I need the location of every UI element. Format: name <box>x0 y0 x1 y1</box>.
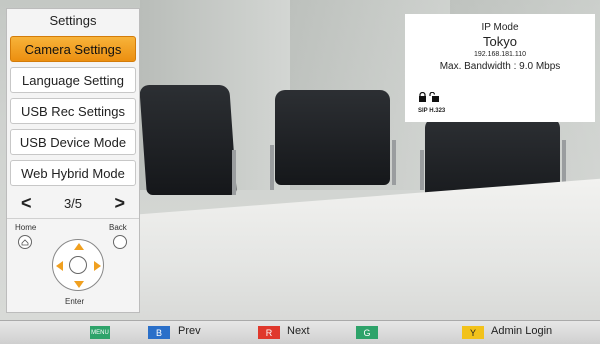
chair-leg <box>232 150 236 195</box>
y-key-label: Y <box>469 327 476 338</box>
chair <box>139 85 237 195</box>
b-key-label: B <box>155 327 162 338</box>
arrow-up-icon[interactable] <box>74 243 84 250</box>
site-name: Tokyo <box>483 34 517 49</box>
bottom-key-bar: MENU B Prev R Next G Y Admin Login <box>0 320 600 344</box>
menu-item-usb-device-mode[interactable]: USB Device Mode <box>10 129 136 155</box>
home-label: Home <box>15 223 37 232</box>
next-label: Next <box>287 325 310 337</box>
prev-label: Prev <box>178 325 201 337</box>
g-key[interactable]: G <box>356 326 378 339</box>
enter-label: Enter <box>65 297 85 306</box>
y-key[interactable]: Y <box>462 326 484 339</box>
enter-button[interactable] <box>69 256 87 274</box>
menu-item-web-hybrid-mode[interactable]: Web Hybrid Mode <box>10 160 136 186</box>
r-key[interactable]: R <box>258 326 280 339</box>
menu-key-label: MENU <box>91 329 109 336</box>
menu-title: Settings <box>49 13 97 28</box>
menu-key[interactable]: MENU <box>90 326 110 339</box>
arrow-right-icon[interactable] <box>94 261 101 271</box>
menu-item-label: Language Setting <box>22 72 124 88</box>
arrow-left-icon[interactable] <box>56 261 63 271</box>
menu-item-camera-settings[interactable]: Camera Settings <box>10 36 136 62</box>
lock-closed-icon <box>419 92 426 102</box>
lock-icons <box>418 92 440 102</box>
dpad[interactable] <box>52 239 104 291</box>
pager: < 3/5 > <box>7 190 139 216</box>
menu-item-language-setting[interactable]: Language Setting <box>10 67 136 93</box>
menu-item-label: USB Device Mode <box>19 134 127 150</box>
page-indicator: 3/5 <box>63 195 83 211</box>
chevron-right-icon[interactable]: > <box>114 194 125 212</box>
ip-info-panel: IP Mode Tokyo 192.168.181.110 Max. Bandw… <box>405 14 595 122</box>
ip-address: 192.168.181.110 <box>473 51 527 58</box>
lock-open-icon <box>429 92 439 102</box>
menu-item-label: Web Hybrid Mode <box>21 165 125 181</box>
chair-leg <box>392 140 396 185</box>
g-key-label: G <box>363 327 371 338</box>
chair-leg <box>270 145 274 190</box>
chair <box>275 90 390 185</box>
menu-item-label: USB Rec Settings <box>20 103 126 119</box>
remote-guide: Home Back Enter <box>7 218 139 315</box>
chair-leg <box>420 150 424 190</box>
menu-item-label: Camera Settings <box>24 41 122 57</box>
admin-login-label: Admin Login <box>491 325 553 337</box>
r-key-label: R <box>265 327 273 338</box>
arrow-down-icon[interactable] <box>74 281 84 288</box>
settings-menu: Settings Camera Settings Language Settin… <box>6 8 140 313</box>
bandwidth-text: Max. Bandwidth : 9.0 Mbps <box>439 61 561 72</box>
back-icon[interactable] <box>113 235 127 249</box>
protocol-text: SIP H.323 <box>418 108 446 114</box>
chair-leg <box>562 140 566 185</box>
home-icon[interactable] <box>18 235 32 249</box>
back-label: Back <box>109 223 127 232</box>
chevron-left-icon[interactable]: < <box>21 194 32 212</box>
ip-mode-label: IP Mode <box>481 22 519 33</box>
b-key[interactable]: B <box>148 326 170 339</box>
conference-table <box>140 178 600 323</box>
menu-item-usb-rec-settings[interactable]: USB Rec Settings <box>10 98 136 124</box>
